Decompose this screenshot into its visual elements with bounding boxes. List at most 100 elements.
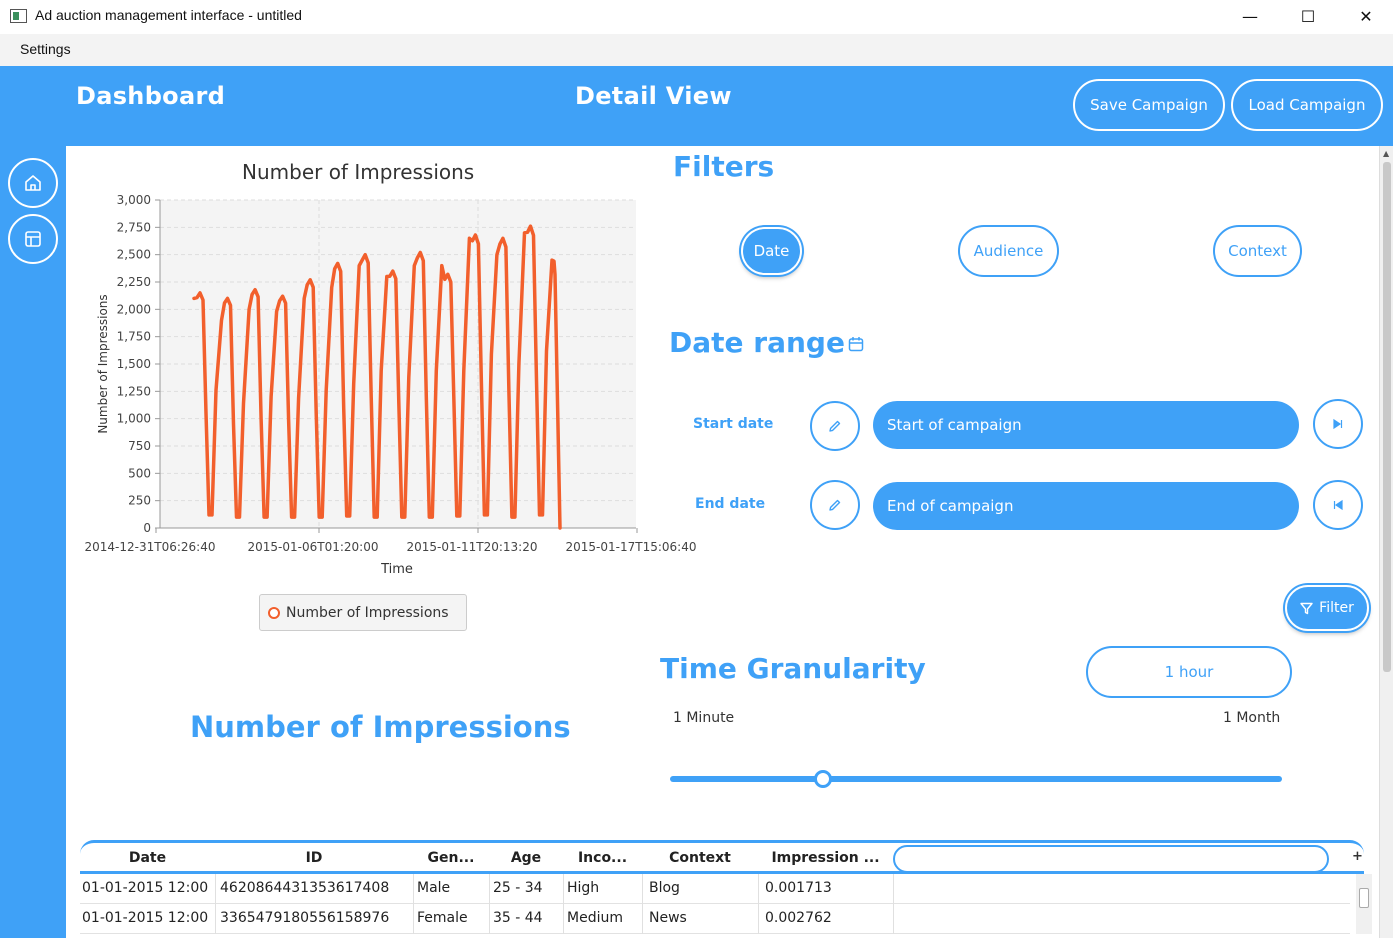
cell-context: News bbox=[649, 910, 687, 926]
column-header-date[interactable]: Date bbox=[80, 850, 215, 866]
chart-legend[interactable]: Number of Impressions bbox=[259, 594, 467, 631]
menu-bar: Settings bbox=[0, 34, 1393, 66]
cell-impression-cost: 0.001713 bbox=[765, 880, 832, 896]
funnel-icon bbox=[1300, 602, 1313, 614]
metric-heading: Number of Impressions bbox=[190, 710, 571, 744]
table-search-input[interactable] bbox=[893, 845, 1329, 873]
y-tick-label: 2,500 bbox=[117, 248, 151, 262]
y-tick-label: 1,000 bbox=[117, 412, 151, 426]
load-campaign-button[interactable]: Load Campaign bbox=[1231, 79, 1383, 131]
cell-income: High bbox=[567, 880, 600, 896]
cell-income: Medium bbox=[567, 910, 623, 926]
y-tick-label: 500 bbox=[128, 466, 151, 480]
column-header-income[interactable]: Inco... bbox=[563, 850, 642, 866]
sidebar bbox=[0, 146, 66, 938]
column-header-gender[interactable]: Gen... bbox=[413, 850, 489, 866]
filter-button[interactable]: Filter bbox=[1285, 585, 1369, 631]
y-axis-label: Number of Impressions bbox=[96, 294, 110, 433]
cell-id: 4620864431353617408 bbox=[220, 880, 390, 896]
column-header-age[interactable]: Age bbox=[489, 850, 563, 866]
y-tick-label: 250 bbox=[128, 494, 151, 508]
y-tick-label: 2,250 bbox=[117, 275, 151, 289]
filter-tab-audience[interactable]: Audience bbox=[958, 225, 1059, 277]
pencil-icon bbox=[829, 420, 841, 432]
pencil-icon bbox=[829, 499, 841, 511]
app-icon bbox=[10, 9, 27, 23]
maximize-button[interactable]: ☐ bbox=[1279, 0, 1337, 32]
sidebar-item-home[interactable] bbox=[8, 158, 58, 208]
x-tick-label: 2015-01-17T15:06:40 bbox=[566, 540, 697, 554]
detail-view-tab[interactable]: Detail View bbox=[575, 82, 732, 110]
page-scrollbar-thumb[interactable] bbox=[1383, 162, 1391, 672]
edit-end-date-button[interactable] bbox=[810, 480, 860, 530]
calendar-icon bbox=[848, 337, 864, 352]
cell-gender: Male bbox=[417, 880, 451, 896]
start-date-label: Start date bbox=[693, 416, 774, 432]
y-tick-label: 2,750 bbox=[117, 220, 151, 234]
filter-tab-context[interactable]: Context bbox=[1213, 225, 1302, 277]
chart-title: Number of Impressions bbox=[242, 160, 475, 184]
window-title: Ad auction management interface - untitl… bbox=[35, 7, 302, 23]
end-date-label: End date bbox=[695, 496, 766, 512]
skip-back-icon bbox=[1333, 499, 1343, 511]
table-row[interactable]: 01-01-2015 12:00 4620864431353617408 Mal… bbox=[80, 874, 1350, 904]
time-granularity-heading: Time Granularity bbox=[660, 652, 926, 685]
home-icon bbox=[25, 175, 41, 191]
impressions-chart: 3,000 2,750 2,500 2,250 2,000 1,750 1,500 1,250… bbox=[85, 193, 697, 577]
date-range-heading: Date range bbox=[669, 326, 845, 359]
y-tick-label: 1,750 bbox=[117, 330, 151, 344]
scroll-up-arrow[interactable]: ▲ bbox=[1383, 149, 1389, 158]
cell-date: 01-01-2015 12:00 bbox=[82, 910, 209, 926]
table-row[interactable]: 01-01-2015 12:00 3365479180556158976 Fem… bbox=[80, 904, 1350, 934]
granularity-slider-track[interactable] bbox=[670, 776, 1282, 782]
y-tick-label: 1,500 bbox=[117, 357, 151, 371]
cell-gender: Female bbox=[417, 910, 468, 926]
slider-min-label: 1 Minute bbox=[673, 710, 735, 726]
filters-heading: Filters bbox=[673, 150, 775, 183]
save-campaign-button[interactable]: Save Campaign bbox=[1073, 79, 1225, 131]
column-header-context[interactable]: Context bbox=[642, 850, 758, 866]
y-tick-label: 0 bbox=[143, 521, 151, 535]
granularity-slider-thumb[interactable] bbox=[814, 770, 832, 788]
legend-marker bbox=[268, 606, 280, 619]
main-content: Number of Impressions 3,000 2,750 2,500 2,2… bbox=[66, 146, 1379, 938]
cell-age: 25 - 34 bbox=[493, 880, 543, 896]
x-axis-label: Time bbox=[380, 562, 413, 577]
add-column-button[interactable]: + bbox=[1352, 849, 1363, 864]
cell-impression-cost: 0.002762 bbox=[765, 910, 832, 926]
minimize-button[interactable]: — bbox=[1221, 0, 1279, 32]
legend-label: Number of Impressions bbox=[286, 604, 449, 621]
edit-start-date-button[interactable] bbox=[810, 401, 860, 451]
window-titlebar: Ad auction management interface - untitl… bbox=[0, 0, 1393, 34]
y-tick-label: 750 bbox=[128, 439, 151, 453]
skip-forward-icon bbox=[1333, 418, 1343, 430]
y-tick-label: 2,000 bbox=[117, 302, 151, 316]
y-tick-label: 3,000 bbox=[117, 193, 151, 207]
cell-id: 3365479180556158976 bbox=[220, 910, 390, 926]
start-date-skip-button[interactable] bbox=[1313, 399, 1363, 449]
page-scrollbar[interactable]: ▲ bbox=[1379, 146, 1393, 938]
x-tick-label: 2015-01-11T20:13:20 bbox=[407, 540, 538, 554]
cell-date: 01-01-2015 12:00 bbox=[82, 880, 209, 896]
table-scrollbar-thumb[interactable] bbox=[1359, 888, 1369, 908]
dashboard-tab[interactable]: Dashboard bbox=[76, 82, 225, 110]
close-button[interactable]: ✕ bbox=[1337, 0, 1393, 32]
column-header-id[interactable]: ID bbox=[215, 850, 413, 866]
column-header-impression-cost[interactable]: Impression ... bbox=[758, 850, 893, 866]
x-tick-label: 2015-01-06T01:20:00 bbox=[248, 540, 379, 554]
sidebar-item-layout[interactable] bbox=[8, 214, 58, 264]
cell-age: 35 - 44 bbox=[493, 910, 543, 926]
layout-icon bbox=[25, 231, 41, 247]
table-header: Date ID Gen... Age Inco... Context Impre… bbox=[80, 840, 1364, 874]
filter-tab-date[interactable]: Date bbox=[741, 227, 802, 275]
cell-context: Blog bbox=[649, 880, 680, 896]
start-date-field[interactable]: Start of campaign bbox=[873, 401, 1299, 449]
app-header: Dashboard Detail View Save Campaign Load… bbox=[0, 66, 1393, 146]
menu-settings[interactable]: Settings bbox=[20, 41, 71, 57]
table-scrollbar[interactable] bbox=[1356, 874, 1372, 934]
y-tick-label: 1,250 bbox=[117, 384, 151, 398]
granularity-value[interactable]: 1 hour bbox=[1086, 646, 1292, 698]
end-date-field[interactable]: End of campaign bbox=[873, 482, 1299, 530]
end-date-skip-button[interactable] bbox=[1313, 480, 1363, 530]
filter-button-label: Filter bbox=[1319, 600, 1354, 616]
